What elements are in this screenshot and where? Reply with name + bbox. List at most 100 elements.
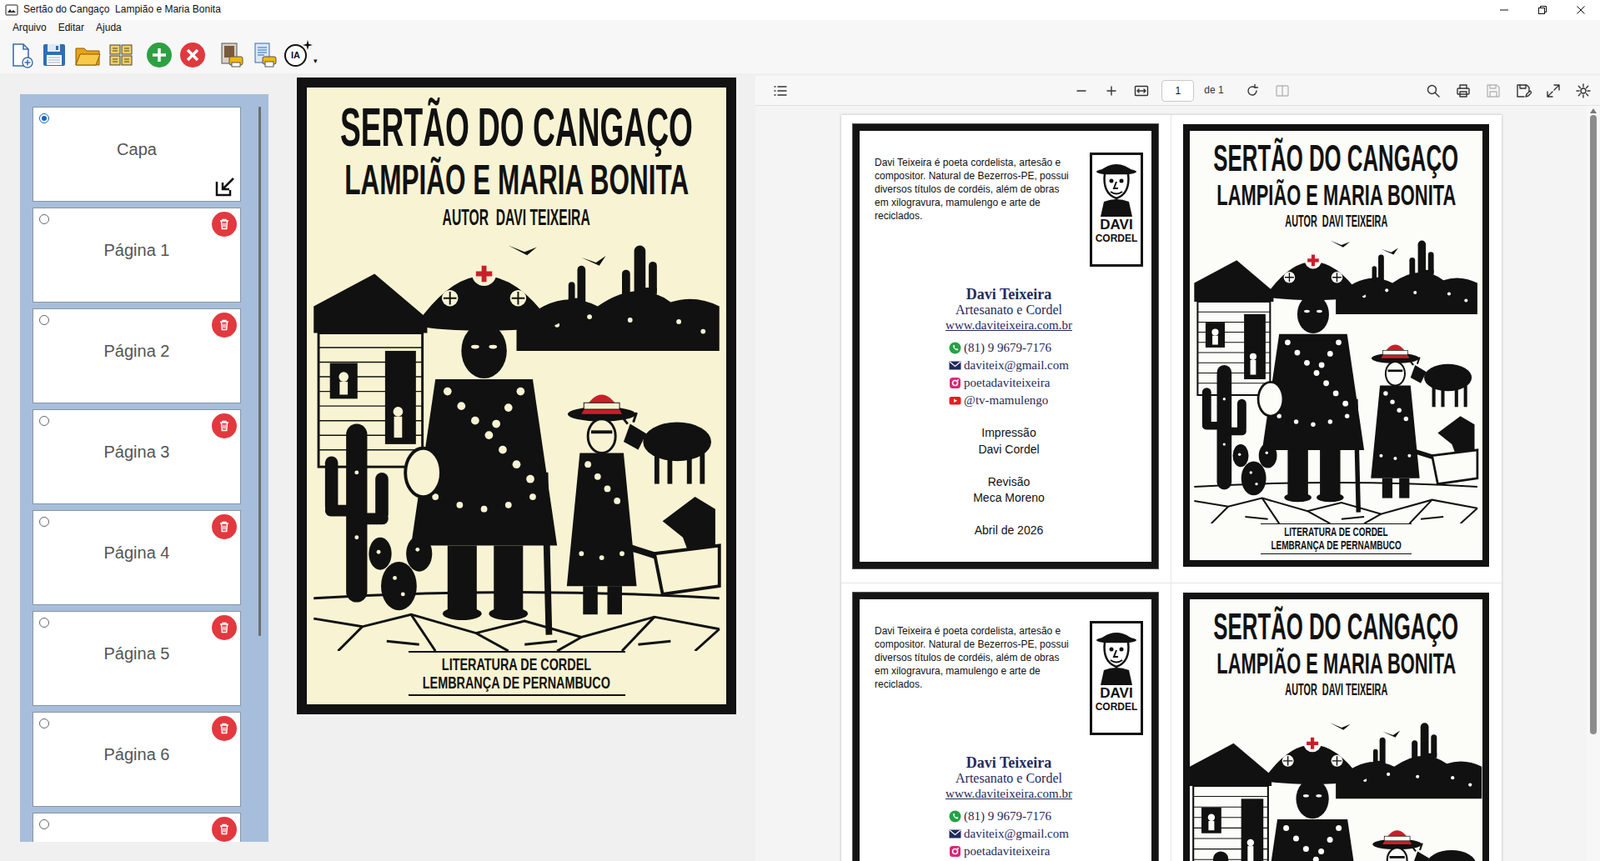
cover-artwork: SERTÃO DO CANGAÇOLAMPIÃO E MARIA BONITAA… <box>296 77 737 715</box>
window-title: Sertão do Cangaço Lampião e Maria Bonita <box>23 3 1485 17</box>
outline-button[interactable] <box>767 79 794 103</box>
select-radio[interactable] <box>39 416 50 427</box>
select-radio[interactable] <box>39 516 50 527</box>
scrollbar-track[interactable] <box>1589 115 1597 861</box>
cover-author: AUTOR DAVI TEIXEIRA <box>1284 682 1388 698</box>
page-item[interactable]: Página 1 <box>32 207 241 303</box>
credit-line: Revisão <box>874 474 1144 492</box>
rotate-icon <box>1243 82 1261 100</box>
zoom-out-button[interactable] <box>1068 79 1095 103</box>
close-button[interactable] <box>1561 0 1600 21</box>
select-radio[interactable] <box>39 113 50 124</box>
cover-item[interactable]: Capa <box>32 106 241 202</box>
credit-line: Davi Cordel <box>874 441 1144 459</box>
menu-item[interactable]: Editar <box>53 21 91 36</box>
layout-button[interactable] <box>105 38 137 72</box>
print-cover-button[interactable] <box>215 38 247 72</box>
contact-text: poetadaviteixeira <box>963 374 1050 392</box>
page-item[interactable]: Página 6 <box>32 712 241 808</box>
page-item[interactable]: Página 2 <box>32 308 241 404</box>
delete-button[interactable] <box>211 716 237 742</box>
caricature-icon <box>1093 156 1139 217</box>
settings-button[interactable] <box>1569 79 1597 103</box>
delete-button[interactable] <box>211 312 237 338</box>
page-item[interactable]: Página 4 <box>32 510 241 606</box>
title-bar: Sertão do Cangaço Lampião e Maria Bonita <box>0 0 1600 21</box>
cover-preview: SERTÃO DO CANGAÇOLAMPIÃO E MARIA BONITAA… <box>288 73 756 861</box>
credit-group: Abril de 2026 <box>874 522 1144 540</box>
instagram-contact[interactable]: poetadaviteixeira <box>948 842 1069 861</box>
page-item[interactable]: Página 3 <box>32 409 241 505</box>
email-contact[interactable]: daviteix@gmail.com <box>948 356 1069 375</box>
email-contact[interactable]: daviteix@gmail.com <box>948 825 1069 843</box>
select-radio[interactable] <box>39 617 50 628</box>
instagram-icon <box>948 845 962 858</box>
maximize-button[interactable] <box>1523 0 1562 21</box>
logo-word: CORDEL <box>1095 701 1139 714</box>
ai-assistant-button[interactable]: IA▾ <box>281 38 324 72</box>
instagram-contact[interactable]: poetadaviteixeira <box>948 374 1069 392</box>
print-cover-icon <box>217 41 245 69</box>
youtube-contact[interactable]: @tv-mamulengo <box>948 391 1069 410</box>
fit-button[interactable] <box>1128 79 1155 103</box>
save-as-button[interactable] <box>1509 79 1537 103</box>
sidebar-scrollbar[interactable] <box>258 106 261 843</box>
zoom-in-button[interactable] <box>1098 79 1125 103</box>
export-button[interactable] <box>213 175 237 199</box>
select-radio[interactable] <box>39 214 50 225</box>
select-radio[interactable] <box>39 718 50 729</box>
page-label: Página 6 <box>33 744 241 765</box>
whatsapp-contact[interactable]: (81) 9 9679-7176 <box>948 807 1069 826</box>
open-button[interactable] <box>71 38 104 72</box>
back-cover-page: Davi Teixeira é poeta cordelista, artesã… <box>852 124 1159 569</box>
back-cover-page: Davi Teixeira é poeta cordelista, artesã… <box>852 592 1159 861</box>
website-link[interactable]: www.daviteixeira.com.br <box>874 786 1144 802</box>
work-area: CapaPágina 1Página 2Página 3Página 4Pági… <box>0 73 1600 861</box>
spread-button[interactable] <box>1268 79 1296 103</box>
menu-item[interactable]: Arquivo <box>7 21 54 36</box>
page-label: Capa <box>33 139 241 160</box>
save-button[interactable] <box>1479 79 1507 103</box>
woodcut-illustration <box>1189 697 1482 861</box>
settings-icon <box>1574 82 1592 100</box>
delete-button[interactable] <box>211 817 237 843</box>
scrollbar-thumb[interactable] <box>258 106 261 637</box>
zoom-out-icon <box>1073 82 1090 100</box>
menu-item[interactable]: Ajuda <box>90 21 129 36</box>
whatsapp-contact[interactable]: (81) 9 9679-7176 <box>948 339 1069 357</box>
minimize-button[interactable] <box>1484 0 1524 21</box>
pdf-page: Davi Teixeira é poeta cordelista, artesã… <box>841 115 1502 861</box>
contact-text: (81) 9 9679-7176 <box>963 807 1052 826</box>
page-number-field[interactable] <box>1161 80 1194 102</box>
woodcut-illustration <box>306 229 727 652</box>
scroll-up-icon[interactable] <box>1589 108 1597 114</box>
add-button[interactable] <box>143 38 176 72</box>
contact-list: (81) 9 9679-7176daviteix@gmail.compoetad… <box>948 807 1069 861</box>
delete-button[interactable] <box>211 514 237 540</box>
page-item[interactable]: Página 5 <box>32 611 241 707</box>
page-item[interactable] <box>32 812 241 843</box>
save-button[interactable] <box>38 38 71 72</box>
delete-button[interactable] <box>211 211 237 237</box>
select-radio[interactable] <box>39 315 50 326</box>
cover-title: SERTÃO DO CANGAÇO <box>1213 140 1460 177</box>
delete-button[interactable] <box>211 615 237 641</box>
delete-button[interactable] <box>211 413 237 439</box>
scrollbar-thumb[interactable] <box>1589 115 1597 735</box>
remove-button[interactable] <box>176 38 209 72</box>
print-button[interactable] <box>1449 79 1477 103</box>
dropdown-arrow[interactable]: ▾ <box>313 57 318 66</box>
website-link[interactable]: www.daviteixeira.com.br <box>874 317 1144 333</box>
search-button[interactable] <box>1419 79 1447 103</box>
author-card: Davi TeixeiraArtesanato e Cordelwww.davi… <box>874 755 1144 802</box>
viewer-scrollbar[interactable] <box>1586 105 1600 861</box>
page-label: Página 2 <box>33 341 241 362</box>
fullscreen-button[interactable] <box>1539 79 1567 103</box>
print-icon <box>1454 82 1472 100</box>
rotate-button[interactable] <box>1238 79 1266 103</box>
print-pages-button[interactable] <box>248 38 281 72</box>
new-button[interactable] <box>5 38 37 72</box>
credit-line: Meca Moreno <box>874 490 1144 507</box>
select-radio[interactable] <box>39 819 50 830</box>
instagram-icon <box>948 376 962 390</box>
